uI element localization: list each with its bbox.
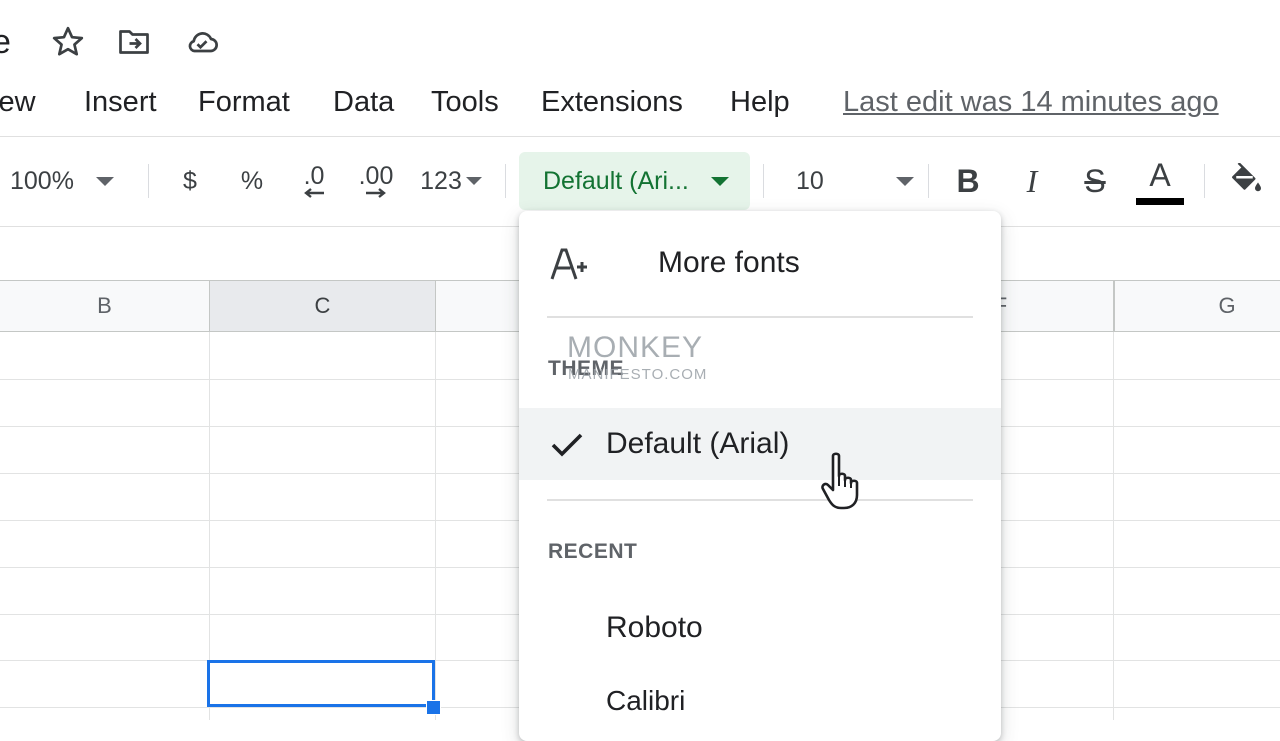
font-option-calibri[interactable]: Calibri [519, 671, 1001, 731]
font-select[interactable]: Default (Ari... [519, 152, 750, 210]
font-option-label: Roboto [606, 611, 703, 644]
toolbar-divider [928, 164, 929, 198]
watermark-subtext: MANIFESTO.COM [568, 366, 708, 383]
italic-button[interactable]: I [1012, 150, 1052, 212]
zoom-value: 100% [10, 166, 74, 195]
text-color-swatch [1136, 198, 1184, 205]
toolbar-divider [1204, 164, 1205, 198]
font-option-label: Default (Arial) [606, 427, 790, 460]
toolbar-divider [763, 164, 764, 198]
fill-color-button[interactable] [1226, 150, 1266, 212]
text-color-button[interactable]: A [1136, 150, 1184, 212]
menu-bar: iew Insert Format Data Tools Extensions … [0, 80, 1280, 126]
font-option-default-arial[interactable]: Default (Arial) [519, 408, 1001, 480]
cloud-status-icon[interactable] [182, 22, 222, 62]
column-header-g[interactable]: G [1114, 281, 1280, 331]
font-select-value: Default (Ari... [543, 166, 689, 195]
paint-bucket-icon [1232, 163, 1261, 192]
chevron-down-icon [710, 176, 729, 186]
increase-decimal-button[interactable]: .00 [352, 150, 400, 212]
menu-insert[interactable]: Insert [84, 80, 157, 124]
document-title[interactable]: e [0, 20, 11, 64]
more-fonts-label: More fonts [658, 246, 800, 279]
currency-button[interactable]: $ [172, 150, 208, 212]
menu-divider [0, 136, 1280, 137]
number-format-label: 123 [420, 166, 462, 195]
strikethrough-button[interactable]: S [1074, 150, 1116, 212]
hand-pointer-cursor-icon [821, 452, 859, 510]
font-option-label: Calibri [606, 685, 686, 716]
menu-tools[interactable]: Tools [431, 80, 499, 124]
arrow-right-icon [366, 188, 386, 198]
arrow-left-icon [304, 188, 324, 198]
zoom-select[interactable]: 100% [10, 150, 134, 212]
decrease-decimal-label: .0 [303, 162, 325, 190]
column-header-b[interactable]: B [0, 281, 210, 331]
star-icon[interactable] [48, 22, 88, 62]
bold-button[interactable]: B [948, 150, 988, 212]
watermark-logo: MONKEY [567, 331, 704, 364]
grid-column-line [1113, 332, 1114, 720]
increase-decimal-label: .00 [358, 162, 394, 190]
column-header-c[interactable]: C [210, 281, 436, 331]
menu-help[interactable]: Help [730, 80, 790, 124]
font-dropdown-menu: More fonts THEME Default (Arial) RECENT … [519, 211, 1001, 741]
selected-cell[interactable] [207, 660, 435, 707]
fill-handle[interactable] [426, 700, 441, 715]
checkmark-icon [551, 433, 583, 457]
menu-view[interactable]: iew [0, 80, 36, 124]
menu-format[interactable]: Format [198, 80, 290, 124]
number-format-button[interactable]: 123 [414, 150, 488, 212]
grid-column-line [435, 332, 436, 720]
toolbar-divider [505, 164, 506, 198]
menu-extensions[interactable]: Extensions [541, 80, 683, 124]
toolbar: 100% $ % .0 .00 123 Default (Ari... 10 B… [0, 150, 1280, 212]
move-to-folder-icon[interactable] [114, 22, 154, 62]
menu-divider [547, 499, 973, 501]
recent-section-label: RECENT [548, 540, 638, 563]
chevron-down-icon [95, 176, 114, 186]
menu-divider [547, 316, 973, 318]
chevron-down-icon [896, 176, 914, 186]
chevron-down-icon [465, 177, 482, 185]
toolbar-divider [148, 164, 149, 198]
font-option-roboto[interactable]: Roboto [519, 593, 1001, 663]
more-fonts-item[interactable]: More fonts [519, 233, 1001, 293]
percent-button[interactable]: % [234, 150, 270, 212]
decrease-decimal-button[interactable]: .0 [292, 150, 336, 212]
font-size-value: 10 [796, 166, 824, 195]
font-size-select[interactable]: 10 [796, 150, 914, 212]
menu-data[interactable]: Data [333, 80, 394, 124]
font-add-icon [550, 248, 587, 280]
last-edit-link[interactable]: Last edit was 14 minutes ago [843, 80, 1219, 124]
text-color-glyph: A [1149, 157, 1171, 193]
